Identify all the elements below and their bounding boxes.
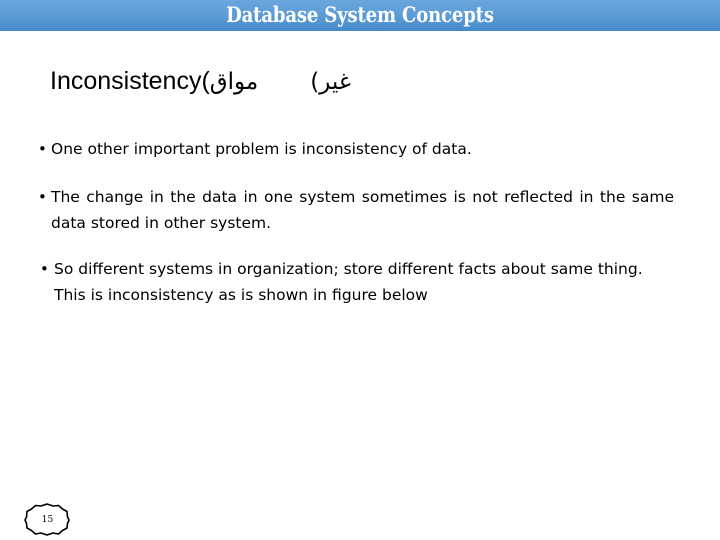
- subtitle-english-text: Inconsistency(: [50, 67, 210, 95]
- page-number-label: 15: [41, 514, 54, 525]
- list-item: • So different systems in organization; …: [40, 256, 674, 308]
- slide-header-banner: Database System Concepts: [0, 0, 720, 31]
- slide-body: • One other important problem is inconsi…: [38, 136, 674, 330]
- bullet-text: The change in the data in one system som…: [51, 188, 674, 232]
- bullet-text: So different systems in organization; st…: [54, 260, 643, 304]
- list-item: • The change in the data in one system s…: [38, 184, 674, 236]
- bullet-text: One other important problem is inconsist…: [51, 140, 472, 158]
- bullet-marker-icon: •: [38, 140, 47, 158]
- page-title: Database System Concepts: [226, 2, 494, 27]
- slide-subtitle: Inconsistency(مواق غیر): [50, 64, 670, 100]
- subtitle-urdu-left: مواق: [209, 69, 259, 95]
- list-item: • One other important problem is inconsi…: [38, 136, 674, 162]
- page-number-badge: 15: [24, 503, 70, 536]
- subtitle-urdu-right: غیر): [310, 69, 351, 95]
- bullet-marker-icon: •: [38, 188, 47, 206]
- bullet-marker-icon: •: [40, 260, 49, 278]
